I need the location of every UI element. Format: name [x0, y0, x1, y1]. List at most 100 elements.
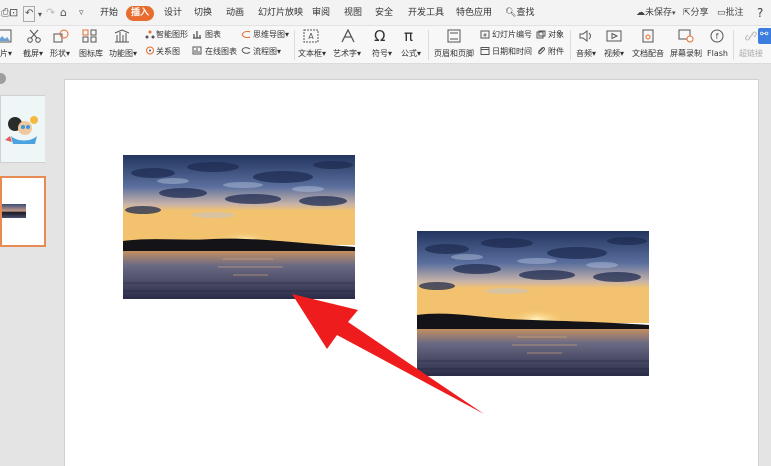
search-label: 查找	[516, 8, 535, 18]
audio-label: 音频▾	[576, 49, 597, 58]
shapes-icon	[53, 29, 69, 43]
ribbon-separator	[294, 30, 295, 60]
slide-thumbnail-panel	[0, 64, 52, 466]
svg-text:#: #	[483, 33, 487, 39]
unsaved-label: 未保存	[645, 8, 673, 18]
ribbon-separator	[570, 30, 571, 60]
unsaved-status[interactable]: ☁未保存▾	[636, 0, 676, 26]
doc-audio-icon	[642, 29, 654, 43]
comment-icon: ▭	[717, 8, 726, 18]
video-icon	[606, 30, 622, 42]
slide-number-icon: #	[480, 30, 490, 39]
relation-icon	[146, 46, 154, 55]
omega-icon: Ω	[374, 27, 386, 45]
share-button[interactable]: ⇱分享	[683, 0, 709, 26]
function-chart-label: 功能图▾	[109, 49, 138, 58]
flash-icon: f	[710, 29, 724, 43]
pi-icon: π	[404, 27, 414, 45]
sunset-lake-photo-original[interactable]	[123, 155, 355, 299]
mind-map-icon	[241, 30, 251, 39]
picture-label: 片▾	[0, 49, 13, 58]
online-chart-label: 在线图表	[205, 47, 237, 56]
flash-label: Flash	[707, 49, 728, 58]
side-tool-button[interactable]: ⚯	[758, 28, 771, 44]
textbox-icon: A	[303, 29, 319, 43]
sunset-lake-image	[417, 231, 649, 376]
ribbon-separator	[733, 30, 734, 60]
preview-icon[interactable]: ⊡	[9, 6, 18, 20]
tab-developer[interactable]: 开发工具	[408, 0, 444, 26]
help-button[interactable]: ?	[757, 0, 763, 26]
unsaved-dropdown-icon: ▾	[672, 9, 676, 17]
paperclip-icon	[538, 46, 546, 55]
textbox-label: 文本框▾	[298, 49, 327, 58]
flowchart-icon	[241, 47, 251, 54]
relation-label: 关系图	[156, 47, 180, 56]
function-chart-icon	[114, 29, 130, 43]
search-button[interactable]: 🔍︎查找	[505, 0, 534, 26]
screen-record-icon	[678, 29, 694, 43]
video-label: 视频▾	[604, 49, 625, 58]
attachment-label: 附件	[548, 47, 564, 56]
art-text-icon	[341, 29, 355, 43]
undo-dropdown-icon[interactable]: ▾	[38, 8, 42, 22]
tab-animation[interactable]: 动画	[226, 0, 244, 26]
sunset-thumbnail-image	[2, 204, 26, 218]
slide-thumbnail-2-selected[interactable]	[0, 176, 46, 247]
search-icon: 🔍︎	[505, 8, 517, 18]
tab-insert[interactable]: 插入	[126, 6, 155, 21]
screenshot-label: 截屏▾	[23, 49, 44, 58]
doc-dubbing-label: 文档配音	[632, 49, 664, 58]
smart-art-label: 智能图形	[156, 30, 188, 39]
insert-ribbon: 片▾ 截屏▾ 形状▾ 图标库 功能图▾ 智能图形 图表 思维导图▾ 关系图 在线…	[0, 26, 771, 64]
chart-icon	[193, 31, 201, 39]
quick-access-more-icon[interactable]: ▿	[79, 6, 84, 20]
object-icon	[536, 30, 546, 39]
hyperlink-label: 超链接	[739, 49, 763, 58]
screen-record-label: 屏幕录制	[670, 49, 702, 58]
picture-icon	[0, 29, 12, 43]
comment-label: 批注	[725, 8, 744, 18]
slide-number-label: 幻灯片编号	[492, 30, 532, 39]
share-label: 分享	[690, 8, 709, 18]
svg-text:f: f	[716, 32, 719, 41]
header-footer-icon	[447, 29, 461, 43]
menu-bar: ⎙ ⊡ ↶ ▾ ↷ ⌂ ▿ 开始 插入 设计 切换 动画 幻灯片放映 审阅 视图…	[0, 0, 771, 26]
tab-design[interactable]: 设计	[164, 0, 182, 26]
chart-label: 图表	[205, 30, 221, 39]
cloud-icon: ☁	[636, 8, 645, 18]
object-label: 对象	[548, 30, 564, 39]
tab-security[interactable]: 安全	[375, 0, 393, 26]
tab-slideshow[interactable]: 幻灯片放映	[258, 0, 303, 26]
slide-thumbnail-1[interactable]	[0, 95, 45, 163]
tab-home[interactable]: 开始	[100, 0, 118, 26]
ribbon-separator	[428, 30, 429, 60]
share-icon: ⇱	[683, 8, 691, 18]
smart-art-icon	[145, 30, 155, 39]
link-icon	[745, 31, 757, 41]
header-footer-label: 页眉和页脚	[434, 49, 474, 58]
panel-toggle-icon[interactable]	[0, 73, 6, 84]
comment-button[interactable]: ▭批注	[717, 0, 744, 26]
tab-features[interactable]: 特色应用	[456, 0, 492, 26]
sunset-lake-photo-copy[interactable]	[417, 231, 649, 376]
tab-review[interactable]: 审阅	[312, 0, 330, 26]
speaker-icon	[579, 30, 591, 42]
calendar-icon	[480, 47, 490, 55]
symbol-label: 符号▾	[372, 49, 393, 58]
redo-icon[interactable]: ↷	[46, 6, 55, 20]
link-share-icon: ⚯	[760, 29, 769, 40]
scissors-icon	[27, 29, 41, 43]
mind-map-label: 思维导图▾	[253, 30, 290, 39]
svg-text:A: A	[308, 32, 314, 41]
wps-presentation-window: ⎙ ⊡ ↶ ▾ ↷ ⌂ ▿ 开始 插入 设计 切换 动画 幻灯片放映 审阅 视图…	[0, 0, 771, 466]
flowchart-label: 流程图▾	[253, 47, 282, 56]
format-brush-icon[interactable]: ⌂	[60, 6, 67, 20]
datetime-label: 日期和时间	[492, 47, 532, 56]
online-chart-icon	[192, 46, 202, 55]
undo-icon[interactable]: ↶	[23, 6, 36, 22]
icon-grid-icon	[82, 29, 97, 43]
tab-view[interactable]: 视图	[344, 0, 362, 26]
sunset-lake-image	[123, 155, 355, 299]
tab-transition[interactable]: 切换	[194, 0, 212, 26]
